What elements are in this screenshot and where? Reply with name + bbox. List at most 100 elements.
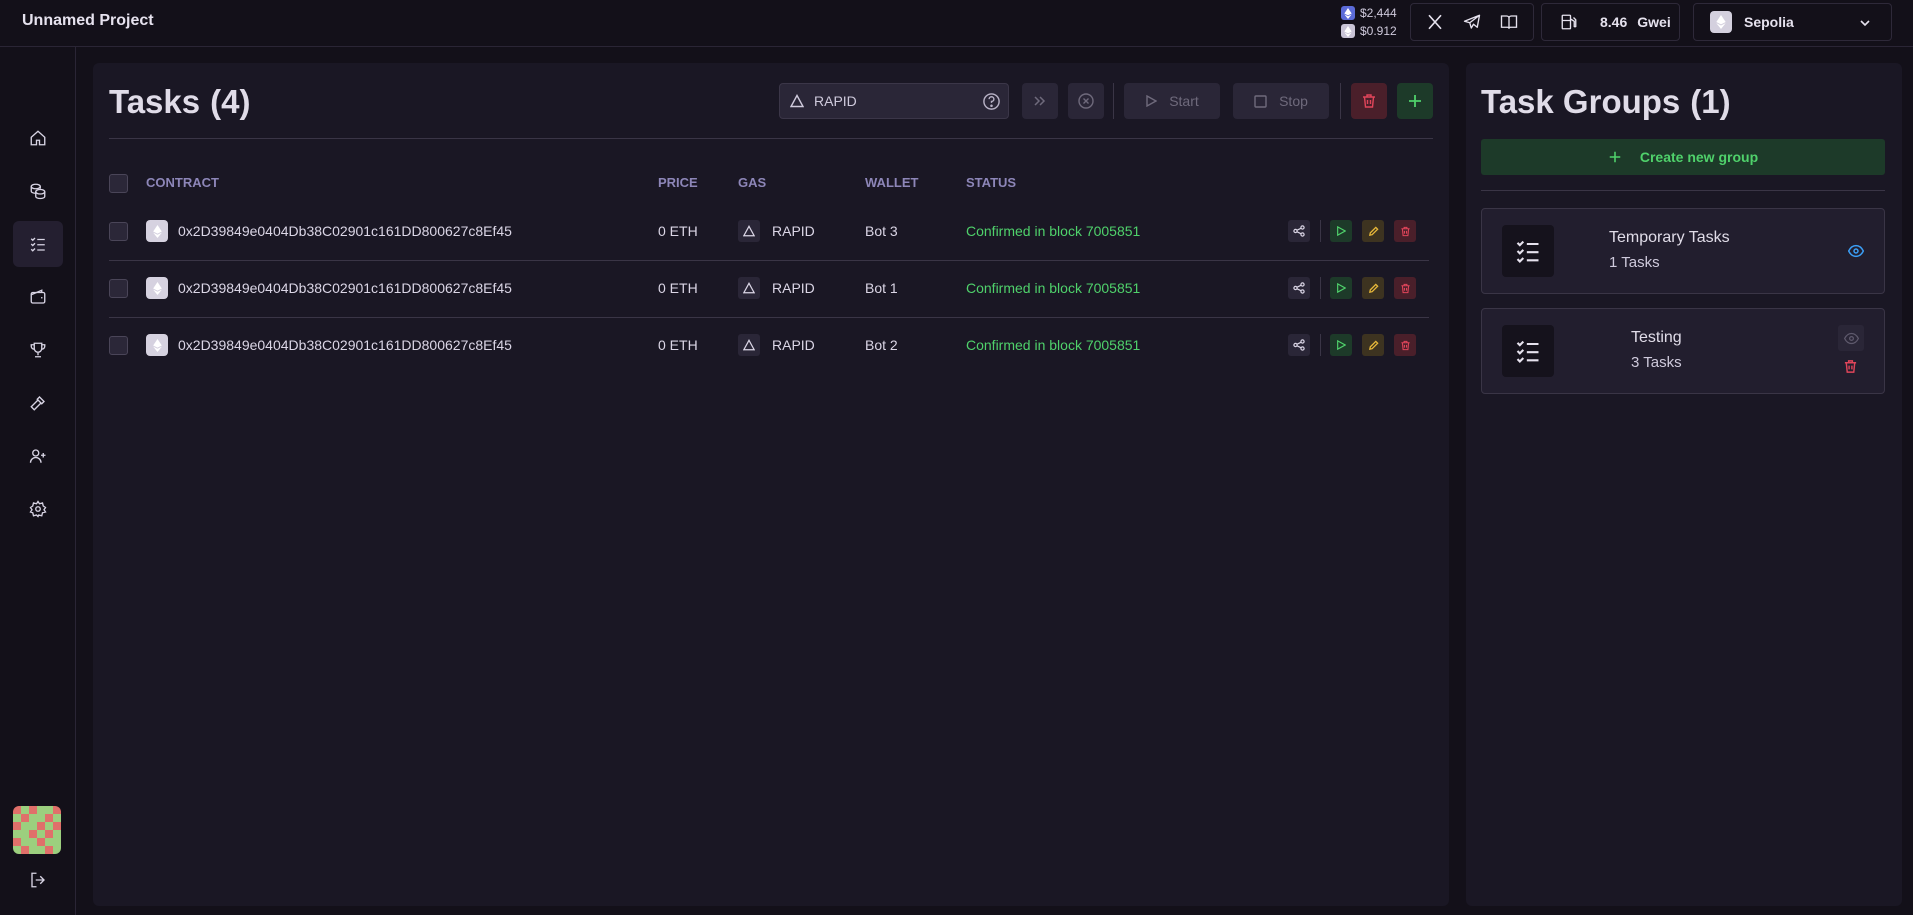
fast-forward-button[interactable]	[1022, 83, 1058, 119]
row-checkbox[interactable]	[109, 336, 128, 355]
create-group-button[interactable]: Create new group	[1481, 139, 1885, 175]
row-checkbox[interactable]	[109, 222, 128, 241]
tasks-count: (4)	[210, 83, 251, 120]
wallet-name: Bot 2	[865, 337, 898, 353]
title-divider	[109, 138, 1433, 139]
telegram-icon[interactable]	[1463, 13, 1481, 31]
edit-task-button[interactable]	[1362, 220, 1384, 242]
eye-icon[interactable]	[1848, 243, 1864, 259]
groups-divider	[1481, 190, 1885, 191]
add-task-button[interactable]	[1397, 83, 1433, 119]
sidebar-item-home[interactable]	[13, 115, 63, 161]
stop-label: Stop	[1279, 93, 1308, 109]
column-header-price[interactable]: PRICE	[658, 175, 698, 190]
trash-icon[interactable]	[1843, 359, 1858, 374]
contract-address: 0x2D39849e0404Db38C02901c161DD800627c8Ef…	[178, 337, 512, 353]
groups-title: Task Groups (1)	[1481, 83, 1731, 121]
sidebar-item-wallets[interactable]	[13, 274, 63, 320]
share-button[interactable]	[1288, 334, 1310, 356]
create-group-label: Create new group	[1639, 149, 1759, 165]
group-card[interactable]: Testing 3 Tasks	[1481, 308, 1885, 394]
column-header-status[interactable]: STATUS	[966, 175, 1016, 190]
gas-pump-icon	[1560, 13, 1578, 31]
select-all-checkbox[interactable]	[109, 174, 128, 193]
eth-price-value: $2,444	[1360, 6, 1397, 20]
stop-button[interactable]: Stop	[1233, 83, 1329, 119]
triangle-icon	[738, 220, 760, 242]
start-task-button[interactable]	[1330, 277, 1352, 299]
avatar[interactable]	[13, 806, 61, 854]
top-bar: Unnamed Project $2,444 $0.912 8.46 Gwei …	[0, 0, 1913, 47]
gas-unit: Gwei	[1637, 14, 1671, 30]
triangle-icon	[790, 94, 804, 108]
sidebar	[0, 47, 76, 915]
toolbar-divider	[1113, 83, 1114, 119]
ethereum-icon	[146, 334, 168, 356]
sidebar-item-mint[interactable]	[13, 380, 63, 426]
user-plus-icon	[29, 447, 47, 465]
network-selector[interactable]: Sepolia	[1693, 3, 1892, 41]
tasks-panel: Tasks (4) RAPID Start Stop CONTRACT PRIC…	[93, 63, 1449, 906]
row-checkbox[interactable]	[109, 279, 128, 298]
ethereum-icon	[146, 277, 168, 299]
edit-task-button[interactable]	[1362, 334, 1384, 356]
sidebar-item-trophy[interactable]	[13, 327, 63, 373]
stop-icon	[1254, 94, 1267, 108]
toolbar-divider	[1340, 83, 1341, 119]
sidebar-item-tasks[interactable]	[13, 221, 63, 267]
triangle-icon	[738, 277, 760, 299]
delete-task-button[interactable]	[1394, 220, 1416, 242]
start-task-button[interactable]	[1330, 220, 1352, 242]
start-task-button[interactable]	[1330, 334, 1352, 356]
action-divider	[1320, 334, 1321, 356]
gas-mode: RAPID	[772, 280, 815, 296]
task-groups-panel: Task Groups (1) Create new group Tempora…	[1466, 63, 1902, 906]
op-price: $0.912	[1341, 22, 1397, 40]
logout-button[interactable]	[13, 857, 63, 903]
gas-filter-input[interactable]: RAPID	[779, 83, 1009, 119]
share-button[interactable]	[1288, 220, 1310, 242]
status-text: Confirmed in block 7005851	[966, 337, 1141, 353]
network-name: Sepolia	[1744, 14, 1794, 30]
delete-task-button[interactable]	[1394, 334, 1416, 356]
column-header-wallet[interactable]: WALLET	[865, 175, 918, 190]
cancel-button[interactable]	[1068, 83, 1104, 119]
column-header-contract[interactable]: CONTRACT	[146, 175, 219, 190]
start-label: Start	[1169, 93, 1199, 109]
home-icon	[29, 129, 47, 147]
tasks-icon	[1502, 225, 1554, 277]
edit-task-button[interactable]	[1362, 277, 1384, 299]
gas-value: 8.46	[1600, 14, 1628, 30]
ethereum-icon	[1341, 6, 1355, 20]
price-value: 0 ETH	[658, 280, 698, 296]
triangle-icon	[738, 334, 760, 356]
trash-icon	[1361, 93, 1377, 109]
gas-filter-value: RAPID	[814, 93, 857, 109]
status-text: Confirmed in block 7005851	[966, 280, 1141, 296]
tasks-icon	[1502, 325, 1554, 377]
gas-mode: RAPID	[772, 223, 815, 239]
play-icon	[1145, 95, 1158, 107]
chevron-down-icon	[1859, 17, 1871, 29]
group-card[interactable]: Temporary Tasks 1 Tasks	[1481, 208, 1885, 294]
column-header-gas[interactable]: GAS	[738, 175, 766, 190]
book-icon[interactable]	[1500, 13, 1518, 31]
sidebar-item-users[interactable]	[13, 433, 63, 479]
price-value: 0 ETH	[658, 223, 698, 239]
groups-count: (1)	[1690, 83, 1731, 120]
view-group-button[interactable]	[1838, 325, 1864, 351]
price-ticker: $2,444 $0.912	[1341, 4, 1397, 40]
help-icon[interactable]	[982, 92, 1001, 111]
action-divider	[1320, 277, 1321, 299]
sidebar-item-coins[interactable]	[13, 168, 63, 214]
x-twitter-icon[interactable]	[1426, 13, 1444, 31]
group-task-count: 1 Tasks	[1609, 254, 1660, 271]
double-chevron-right-icon	[1033, 94, 1047, 108]
sidebar-item-settings[interactable]	[13, 486, 63, 532]
start-button[interactable]: Start	[1124, 83, 1220, 119]
share-button[interactable]	[1288, 277, 1310, 299]
plus-icon	[1407, 93, 1423, 109]
delete-all-button[interactable]	[1351, 83, 1387, 119]
price-value: 0 ETH	[658, 337, 698, 353]
delete-task-button[interactable]	[1394, 277, 1416, 299]
